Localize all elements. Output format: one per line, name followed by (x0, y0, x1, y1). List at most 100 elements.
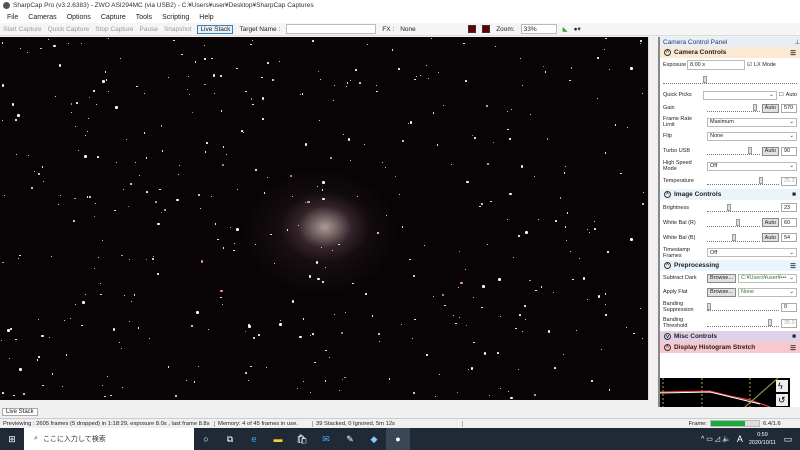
star (432, 112, 435, 114)
edge-icon[interactable]: e (242, 428, 266, 450)
banding-suppression-value[interactable]: 0 (781, 302, 797, 312)
temperature-value: 25.3 (781, 176, 797, 186)
app-icon[interactable]: ◆ (362, 428, 386, 450)
snapshot-button[interactable]: Snapshot (164, 26, 191, 33)
star (60, 195, 62, 197)
flat-select[interactable]: None ⌄ (737, 287, 797, 297)
turbo-auto-button[interactable]: Auto (761, 146, 779, 156)
cortana-icon[interactable]: ○ (194, 428, 218, 450)
turbo-usb-value[interactable]: 90 (781, 146, 797, 156)
preprocessing-header[interactable]: ^ Preprocessing ☰ (660, 260, 800, 271)
windows-start-icon[interactable]: ⊞ (0, 428, 24, 450)
gain-auto-button[interactable]: Auto (761, 103, 779, 113)
banding-threshold-slider (707, 319, 779, 327)
menu-scripting[interactable]: Scripting (162, 14, 189, 21)
zoom-tool-icon[interactable]: ●▾ (574, 25, 581, 33)
reticle-icon[interactable] (468, 25, 477, 33)
fx-select[interactable]: None (400, 26, 462, 33)
camera-controls-header[interactable]: ^ Camera Controls ☰ (660, 47, 800, 58)
star (297, 388, 299, 390)
mail-icon[interactable]: ✉ (314, 428, 338, 450)
star (145, 157, 148, 159)
gain-slider[interactable] (707, 104, 760, 112)
banding-suppression-slider[interactable] (707, 303, 779, 311)
quick-picks-select[interactable]: ⌄ (703, 90, 777, 100)
star (508, 391, 510, 392)
flip-select[interactable]: None ⌄ (707, 131, 797, 141)
star (1, 339, 3, 341)
histogram-icon[interactable]: ◣ (563, 25, 568, 33)
image-controls-header[interactable]: ^ Image Controls ■ (660, 189, 800, 200)
star (377, 332, 381, 335)
pause-button[interactable]: Pause (140, 26, 158, 33)
timestamp-select[interactable]: Off ⌄ (707, 248, 797, 257)
star (72, 219, 76, 223)
ime-indicator[interactable]: A (737, 434, 743, 444)
star (222, 146, 225, 148)
star (363, 144, 365, 146)
star (99, 282, 101, 284)
stop-capture-button[interactable]: Stop Capture (95, 26, 133, 33)
exposure-slider[interactable] (663, 76, 797, 84)
star (160, 212, 162, 214)
menu-cameras[interactable]: Cameras (28, 14, 56, 21)
taskbar-search[interactable]: ⌕ ここに入力して検索 (24, 428, 194, 450)
target-name-input[interactable] (286, 24, 377, 34)
menu-tools[interactable]: Tools (136, 14, 152, 21)
histogram-stretch-header[interactable]: ^ Display Histogram Stretch ☰ (660, 342, 800, 353)
star (130, 301, 132, 303)
auto-checkbox[interactable]: ☐ (779, 92, 784, 98)
brightness-slider[interactable] (707, 203, 779, 212)
clock[interactable]: 0:59 2020/10/11 (749, 431, 776, 447)
turbo-usb-slider[interactable] (707, 147, 760, 155)
star (463, 42, 465, 45)
histogram-chart[interactable]: ϟ ↺ (659, 377, 790, 408)
menu-capture[interactable]: Capture (101, 14, 126, 21)
star (432, 295, 435, 298)
tab-live-stack[interactable]: Live Stack (2, 408, 38, 416)
live-stack-button[interactable]: Live Stack (197, 24, 234, 34)
file-explorer-icon[interactable]: ▬ (266, 428, 290, 450)
zoom-select[interactable]: 33% (520, 24, 557, 34)
dark-select[interactable]: C:¥Users¥user¥••• ⌄ (737, 273, 797, 283)
horizontal-scrollbar[interactable] (0, 400, 657, 407)
brightness-value[interactable]: 23 (781, 203, 797, 212)
exposure-input[interactable]: 8.00 s (687, 59, 745, 70)
vertical-scrollbar[interactable] (648, 37, 657, 400)
menu-file[interactable]: File (7, 14, 18, 21)
frame-rate-select[interactable]: Maximum ⌄ (707, 117, 797, 127)
sharpcap-taskbar-icon[interactable]: ● (386, 428, 410, 450)
menu-help[interactable]: Help (199, 14, 213, 21)
tray-icons[interactable]: ^ ▭ ◿ 🔈 (701, 435, 731, 443)
dark-browse-button[interactable]: Browse... (707, 273, 736, 283)
star (197, 193, 201, 197)
notification-icon[interactable]: ▭ (776, 428, 800, 450)
start-capture-button[interactable]: Start Capture (3, 26, 42, 33)
misc-controls-header[interactable]: v Misc Controls ■ (660, 331, 800, 342)
white-bal-r-slider[interactable] (707, 218, 760, 227)
store-icon[interactable]: 🛍 (290, 428, 314, 450)
white-bal-r-value[interactable]: 60 (781, 218, 797, 227)
star (204, 44, 206, 46)
wbb-auto-button[interactable]: Auto (761, 233, 779, 242)
menu-options[interactable]: Options (67, 14, 91, 21)
task-view-icon[interactable]: ⧉ (218, 428, 242, 450)
white-bal-b-value[interactable]: 54 (781, 233, 797, 242)
high-speed-mode-select[interactable]: Off ⌄ (707, 161, 797, 171)
preview-image[interactable] (0, 37, 648, 400)
temperature-slider (707, 177, 779, 185)
quick-capture-button[interactable]: Quick Capture (48, 26, 90, 33)
focus-icon[interactable] (482, 25, 491, 33)
lx-mode-checkbox[interactable]: ☑ (747, 62, 752, 68)
pin-icon[interactable]: ⊥ (794, 38, 800, 46)
star (468, 369, 470, 371)
star (355, 69, 357, 71)
star (242, 132, 244, 134)
white-bal-b-slider[interactable] (707, 233, 760, 242)
star (537, 218, 540, 221)
gain-value[interactable]: 570 (781, 103, 797, 113)
wbr-auto-button[interactable]: Auto (761, 218, 779, 227)
flat-browse-button[interactable]: Browse... (707, 287, 736, 297)
star (587, 298, 589, 300)
paint-icon[interactable]: ✎ (338, 428, 362, 450)
